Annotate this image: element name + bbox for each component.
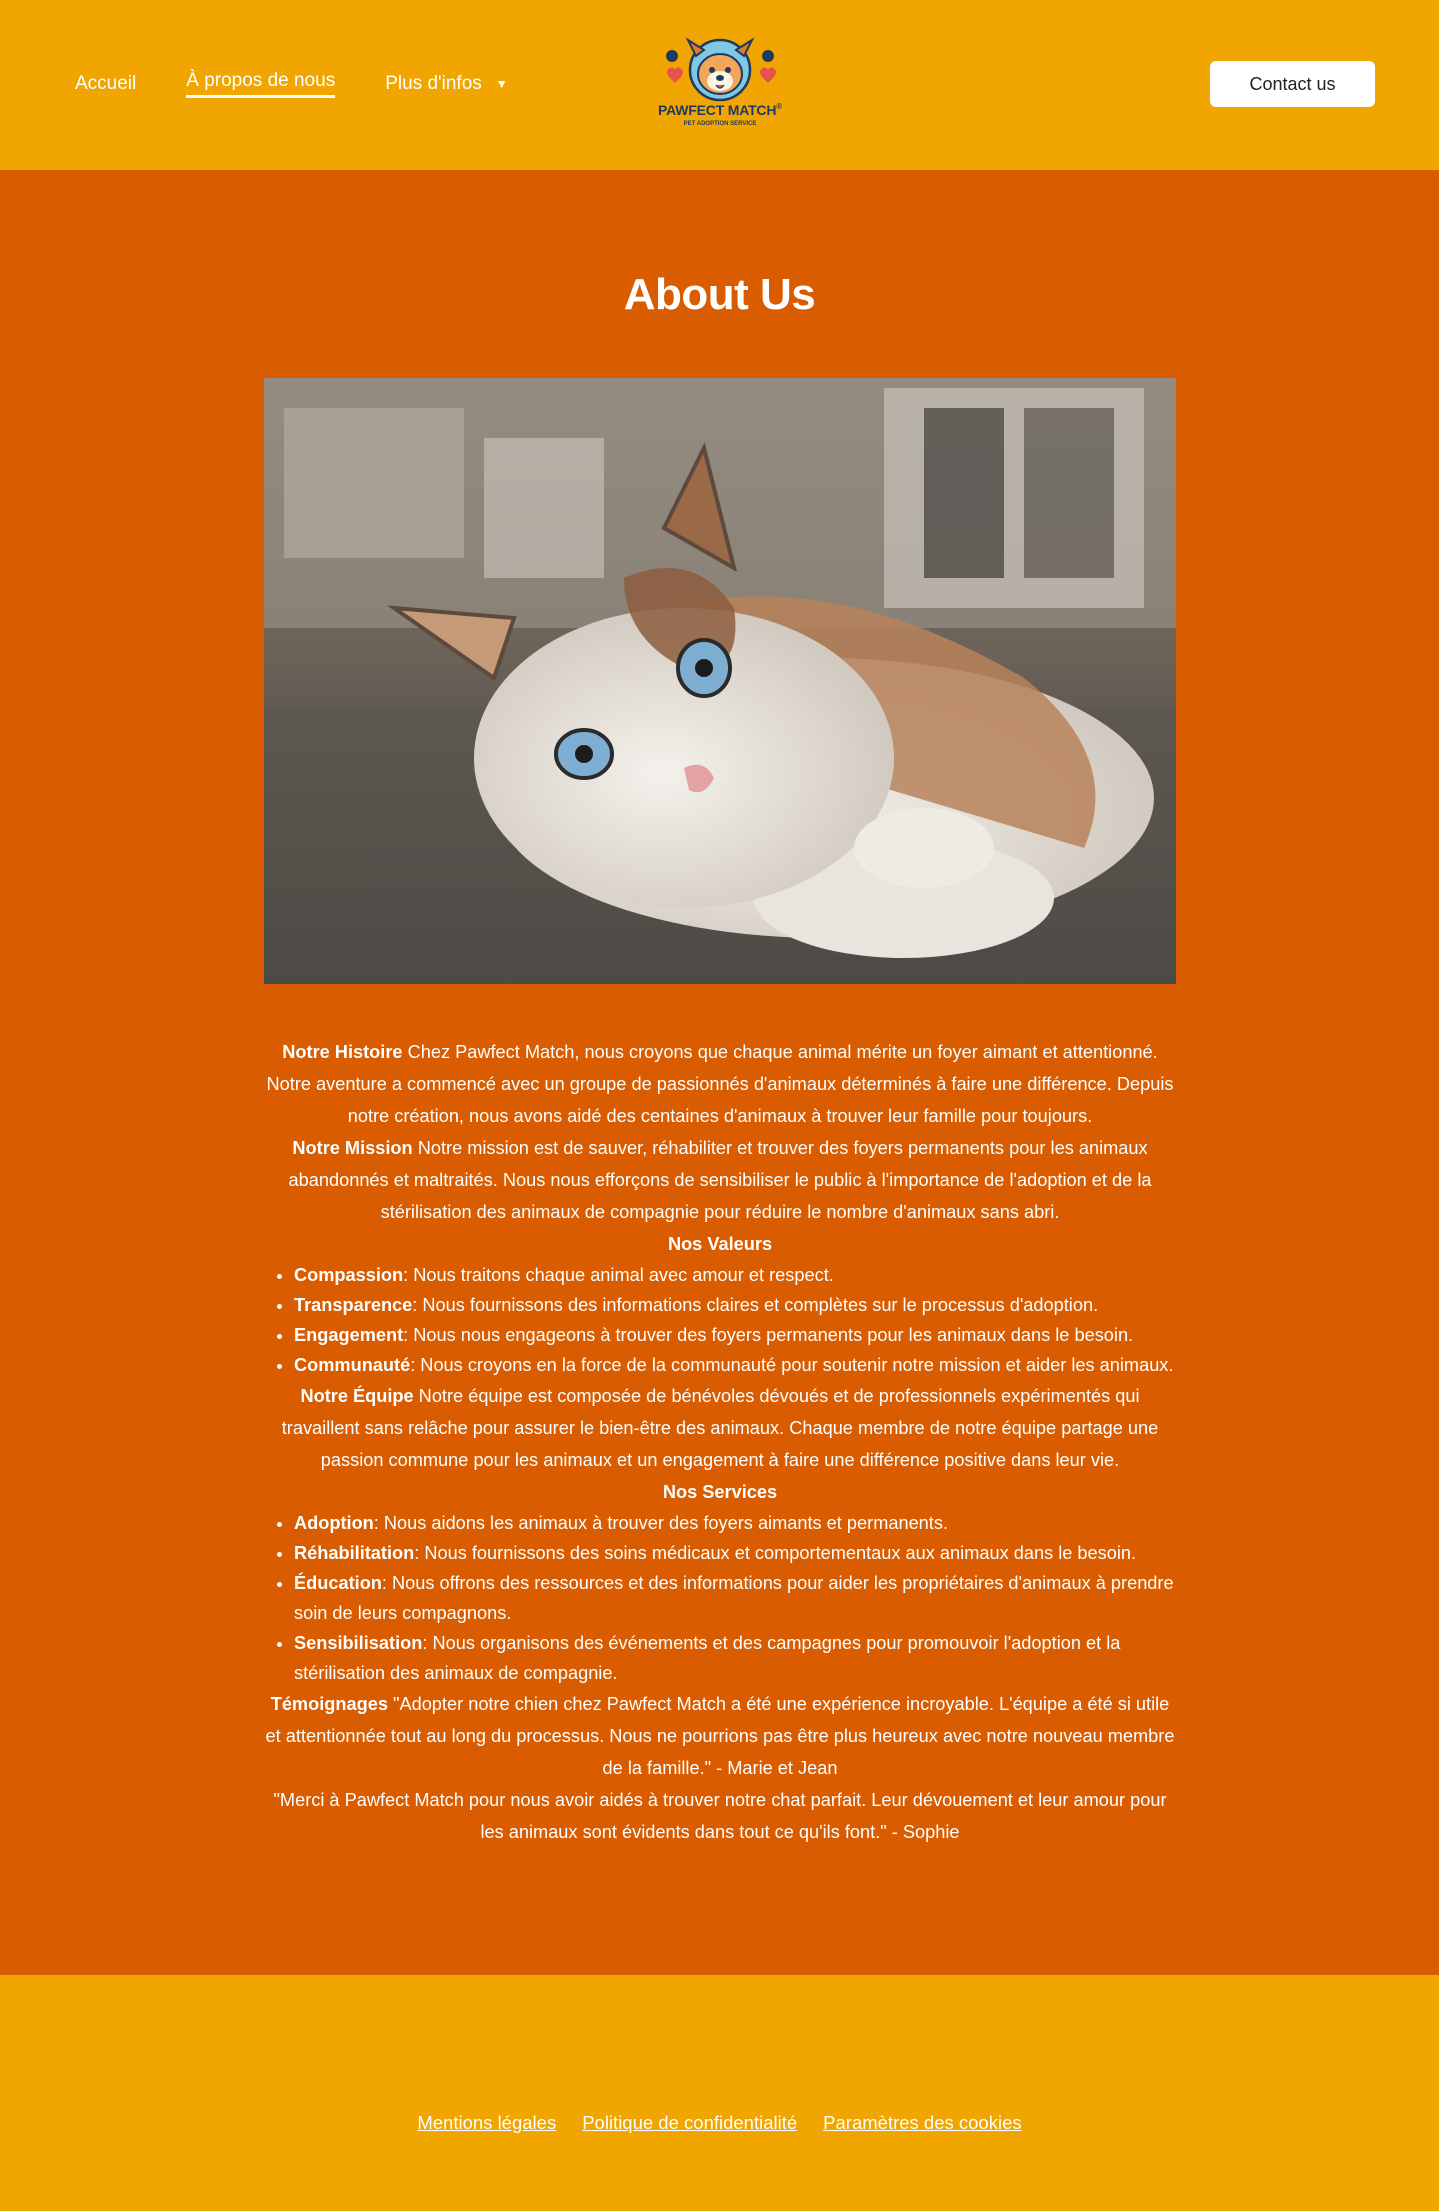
equipe-paragraph: Notre Équipe Notre équipe est composée d… (264, 1380, 1176, 1476)
list-item-term: Communauté (294, 1355, 411, 1375)
chevron-down-icon: ▼ (495, 77, 508, 91)
list-item: Transparence: Nous fournissons des infor… (294, 1290, 1176, 1320)
list-item: Adoption: Nous aidons les animaux à trou… (294, 1508, 1176, 1538)
valeurs-heading-text: Nos Valeurs (667, 1234, 773, 1254)
temoignages-heading: Témoignages (270, 1694, 388, 1714)
logo-name: PAWFECT MATCH (658, 102, 777, 118)
testimonial-2: "Merci à Pawfect Match pour nous avoir a… (273, 1790, 1167, 1842)
footer-link-politique-confidentialite[interactable]: Politique de confidentialité (582, 2112, 797, 2134)
about-text: Notre Histoire Chez Pawfect Match, nous … (264, 1036, 1176, 1848)
nav-plus-dinfos[interactable]: Plus d'infos ▼ (385, 73, 507, 95)
logo-tagline: PET ADOPTION SERVICE (683, 121, 757, 127)
list-item-text: : Nous fournissons des informations clai… (412, 1295, 1099, 1315)
testimonial-1: "Adopter notre chien chez Pawfect Match … (265, 1694, 1175, 1778)
valeurs-list: Compassion: Nous traitons chaque animal … (264, 1260, 1176, 1380)
footer-links: Mentions légales Politique de confidenti… (0, 2112, 1439, 2134)
histoire-paragraph: Notre Histoire Chez Pawfect Match, nous … (264, 1036, 1176, 1132)
cat-photo (264, 378, 1176, 984)
nav-accueil[interactable]: Accueil (75, 73, 136, 95)
histoire-heading: Notre Histoire (282, 1042, 403, 1062)
list-item-text: : Nous croyons en la force de la communa… (410, 1355, 1174, 1375)
list-item-text: : Nous offrons des ressources et des inf… (294, 1573, 1174, 1623)
list-item: Éducation: Nous offrons des ressources e… (294, 1568, 1176, 1628)
site-footer: Mentions légales Politique de confidenti… (0, 1975, 1439, 2211)
mission-paragraph: Notre Mission Notre mission est de sauve… (264, 1132, 1176, 1228)
main-nav: Accueil À propos de nous Plus d'infos ▼ (75, 70, 508, 98)
services-heading-text: Nos Services (662, 1482, 778, 1502)
list-item-term: Adoption (294, 1513, 374, 1533)
nav-a-propos[interactable]: À propos de nous (186, 70, 336, 98)
list-item-text: : Nous traitons chaque animal avec amour… (403, 1265, 834, 1285)
equipe-text: Notre équipe est composée de bénévoles d… (281, 1386, 1159, 1470)
footer-link-mentions-legales[interactable]: Mentions légales (417, 2112, 556, 2134)
list-item-term: Engagement (294, 1325, 404, 1345)
temoignages-paragraph: Témoignages "Adopter notre chien chez Pa… (264, 1688, 1176, 1784)
contact-us-button[interactable]: Contact us (1210, 61, 1375, 107)
services-list: Adoption: Nous aidons les animaux à trou… (264, 1508, 1176, 1688)
list-item-text: : Nous nous engageons à trouver des foye… (403, 1325, 1134, 1345)
list-item: Sensibilisation: Nous organisons des évé… (294, 1628, 1176, 1688)
page-title: About Us (623, 270, 816, 319)
list-item: Communauté: Nous croyons en la force de … (294, 1350, 1176, 1380)
list-item-term: Éducation (294, 1573, 382, 1593)
mission-heading: Notre Mission (292, 1138, 413, 1158)
mission-text: Notre mission est de sauver, réhabiliter… (288, 1138, 1152, 1222)
list-item: Réhabilitation: Nous fournissons des soi… (294, 1538, 1176, 1568)
main-content: About Us Notre Histoire Chez Pawfect Mat… (0, 170, 1439, 1975)
list-item-term: Sensibilisation (294, 1633, 423, 1653)
list-item: Engagement: Nous nous engageons à trouve… (294, 1320, 1176, 1350)
site-logo[interactable]: PAWFECT MATCH® PET ADOPTION SERVICE (658, 34, 782, 136)
list-item-term: Transparence (294, 1295, 413, 1315)
site-header: Accueil À propos de nous Plus d'infos ▼ … (0, 0, 1439, 170)
list-item-term: Réhabilitation (294, 1543, 415, 1563)
list-item-term: Compassion (294, 1265, 404, 1285)
footer-link-parametres-cookies[interactable]: Paramètres des cookies (823, 2112, 1021, 2134)
valeurs-heading: Nos Valeurs (264, 1228, 1176, 1260)
services-heading: Nos Services (264, 1476, 1176, 1508)
logo-registered: ® (776, 102, 782, 111)
nav-plus-dinfos-label: Plus d'infos (385, 73, 482, 94)
list-item: Compassion: Nous traitons chaque animal … (294, 1260, 1176, 1290)
histoire-text: Chez Pawfect Match, nous croyons que cha… (266, 1042, 1174, 1126)
equipe-heading: Notre Équipe (300, 1386, 414, 1406)
list-item-text: : Nous fournissons des soins médicaux et… (414, 1543, 1137, 1563)
list-item-text: : Nous aidons les animaux à trouver des … (373, 1513, 948, 1533)
